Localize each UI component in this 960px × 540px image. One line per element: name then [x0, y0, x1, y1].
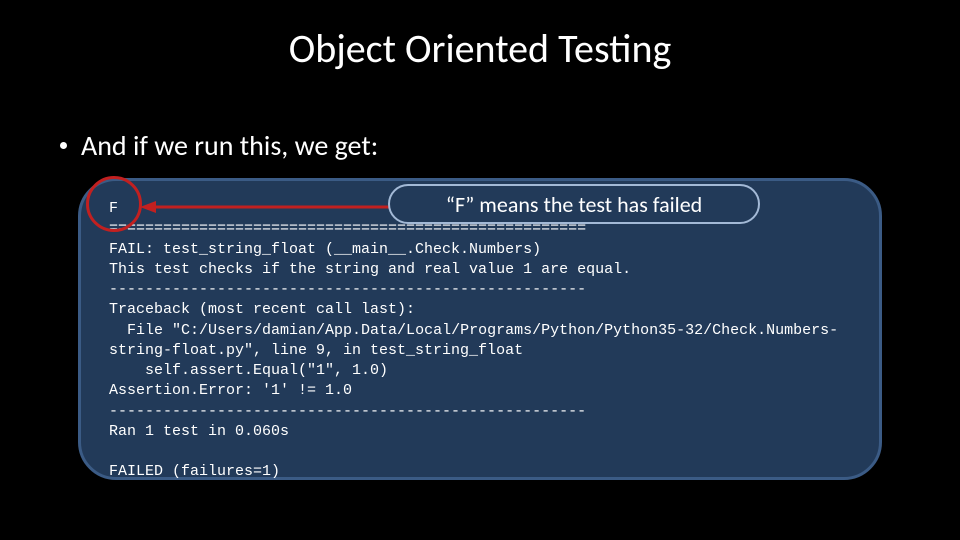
code-line: F	[109, 200, 118, 217]
code-line: Ran 1 test in 0.060s	[109, 423, 289, 440]
code-line: Assertion.Error: '1' != 1.0	[109, 382, 352, 399]
code-line: FAIL: test_string_float (__main__.Check.…	[109, 241, 541, 258]
code-line: This test checks if the string and real …	[109, 261, 631, 278]
code-line: FAILED (failures=1)	[109, 463, 280, 480]
code-line: File "C:/Users/damian/App.Data/Local/Pro…	[109, 322, 838, 359]
slide-title: Object Oriented Testing	[0, 24, 960, 73]
bullet-dot-icon	[60, 142, 67, 149]
bullet-text: And if we run this, we get:	[81, 128, 378, 163]
code-line: ----------------------------------------…	[109, 281, 586, 298]
code-line: Traceback (most recent call last):	[109, 301, 415, 318]
bullet-row: And if we run this, we get:	[60, 128, 378, 163]
code-line: ----------------------------------------…	[109, 403, 586, 420]
slide: Object Oriented Testing And if we run th…	[0, 0, 960, 540]
callout-bubble: “F” means the test has failed	[388, 184, 760, 224]
callout-text: “F” means the test has failed	[446, 191, 702, 218]
code-line: self.assert.Equal("1", 1.0)	[109, 362, 388, 379]
